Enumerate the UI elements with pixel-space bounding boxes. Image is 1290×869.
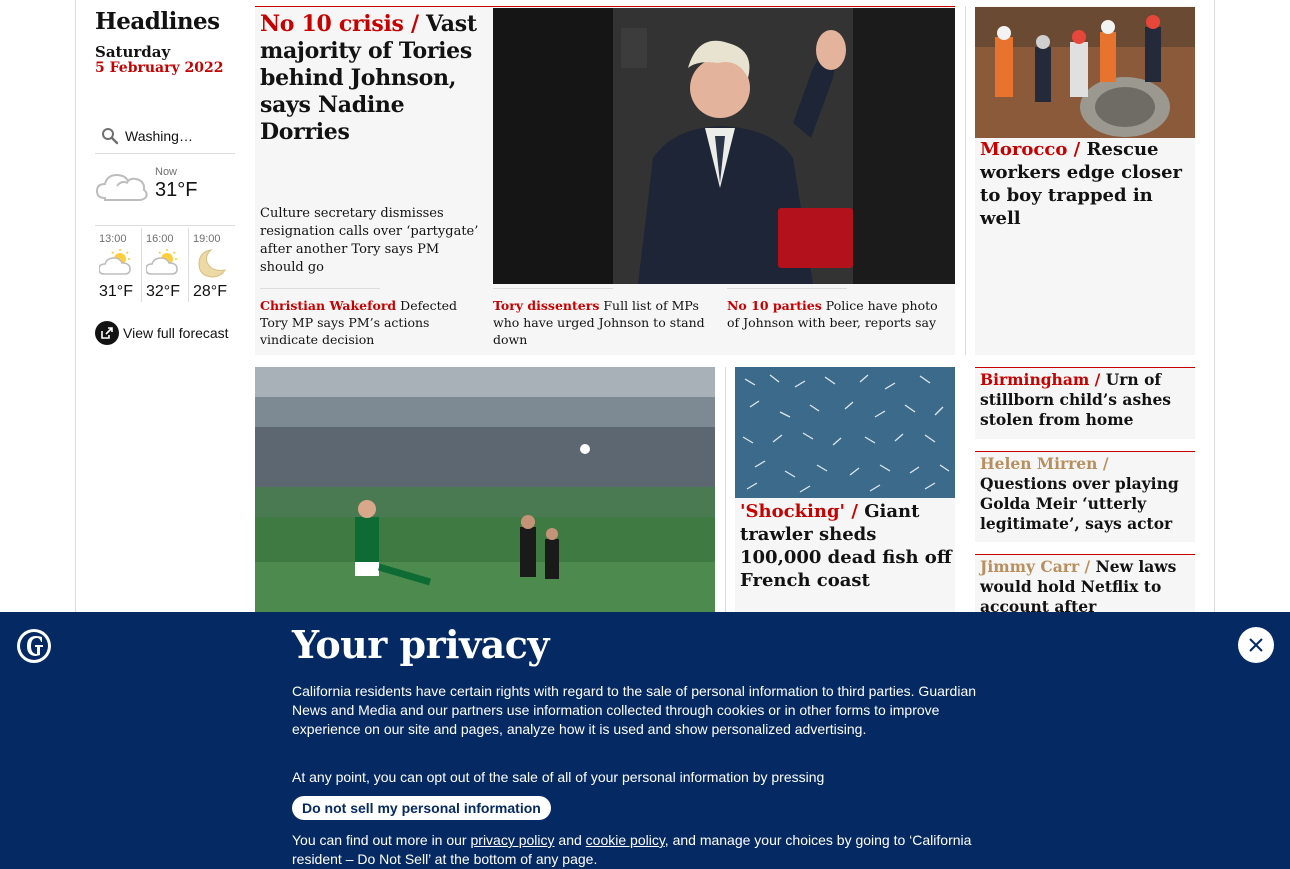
forecast-time: 19:00 <box>193 233 221 245</box>
side-story-title: Questions over playing Golda Meir ‘utter… <box>980 474 1179 533</box>
forecast-slot: 16:00 32°F <box>142 228 189 302</box>
weather-now: Now 31°F <box>95 160 235 226</box>
cookie-policy-link[interactable]: cookie policy <box>586 832 665 848</box>
top-story-card[interactable]: No 10 crisis / Vast majority of Tories b… <box>255 6 955 355</box>
top-story-sublink[interactable]: Christian Wakeford Defected Tory MP says… <box>260 288 480 348</box>
fish-story-headline[interactable]: 'Shocking' / Giant trawler sheds 100,000… <box>740 500 952 592</box>
column-divider <box>725 367 726 612</box>
now-temperature: 31°F <box>155 179 198 201</box>
top-story-sublink[interactable]: No 10 parties Police have photo of Johns… <box>727 288 949 331</box>
side-story-kicker: Helen Mirren / <box>980 454 1109 473</box>
sun-cloud-icon <box>146 249 178 275</box>
side-story-card[interactable]: Birmingham / Urn of stillborn child’s as… <box>975 367 1195 439</box>
weather-location-search[interactable]: Washing… <box>95 118 235 154</box>
do-not-sell-button[interactable]: Do not sell my personal information <box>292 796 551 820</box>
column-divider <box>965 6 966 355</box>
sublink-kicker: Christian Wakeford <box>260 298 397 313</box>
cloudy-icon <box>95 173 148 201</box>
privacy-paragraph: You can find out more in our privacy pol… <box>292 831 997 869</box>
weather-location: Washing… <box>125 127 193 144</box>
sun-cloud-icon <box>99 249 131 275</box>
side-story-headline[interactable]: Jimmy Carr / New laws would hold Netflix… <box>975 555 1195 612</box>
top-story-standfirst: Culture secretary dismisses resignation … <box>260 206 479 275</box>
forecast-time: 13:00 <box>99 233 127 245</box>
forecast-temp: 28°F <box>193 283 227 300</box>
date-full: 5 February 2022 <box>95 60 224 76</box>
side-story-kicker: Birmingham / <box>980 370 1101 389</box>
privacy-paragraph: At any point, you can opt out of the sal… <box>292 769 825 785</box>
section-title: Headlines <box>95 8 220 35</box>
side-story-card[interactable]: Helen Mirren / Questions over playing Go… <box>975 451 1195 542</box>
privacy-banner: Your privacy California residents have c… <box>0 612 1290 869</box>
sublink-kicker: Tory dissenters <box>493 298 600 313</box>
guardian-logo-icon <box>17 629 51 663</box>
view-full-forecast-link[interactable]: View full forecast <box>95 321 229 345</box>
top-story-sublink[interactable]: Tory dissenters Full list of MPs who hav… <box>493 288 713 348</box>
side-story-card[interactable]: Jimmy Carr / New laws would hold Netflix… <box>975 554 1195 612</box>
rugby-story-image[interactable] <box>255 367 715 612</box>
close-icon <box>1249 638 1263 652</box>
moon-icon <box>198 249 226 278</box>
privacy-paragraph: California residents have certain rights… <box>292 683 977 737</box>
top-story-headline[interactable]: No 10 crisis / Vast majority of Tories b… <box>260 11 480 146</box>
privacy-policy-link[interactable]: privacy policy <box>471 832 555 848</box>
privacy-title: Your privacy <box>292 622 550 667</box>
forecast-temp: 32°F <box>146 283 180 300</box>
privacy-text: You can find out more in our <box>292 832 471 848</box>
morocco-story-headline[interactable]: Morocco / Rescue workers edge closer to … <box>980 138 1192 230</box>
side-story-headline[interactable]: Birmingham / Urn of stillborn child’s as… <box>975 368 1195 430</box>
search-icon <box>102 127 119 144</box>
top-story-image[interactable] <box>493 8 955 284</box>
fish-story-image[interactable] <box>735 367 955 498</box>
side-story-headline[interactable]: Helen Mirren / Questions over playing Go… <box>975 452 1195 534</box>
view-full-forecast-label: View full forecast <box>123 325 229 341</box>
fish-story-card[interactable]: 'Shocking' / Giant trawler sheds 100,000… <box>735 367 955 612</box>
privacy-text: and <box>554 832 586 848</box>
morocco-story-image[interactable] <box>975 7 1195 138</box>
morocco-story-card[interactable]: Morocco / Rescue workers edge closer to … <box>975 6 1195 355</box>
forecast-slot: 13:00 31°F <box>95 228 142 302</box>
forecast-temp: 31°F <box>99 283 133 300</box>
top-story-kicker: No 10 crisis / <box>260 11 419 37</box>
forecast-time: 16:00 <box>146 233 174 245</box>
hourly-forecast: 13:00 31°F 16:00 32°F 19:00 28°F <box>95 228 235 302</box>
morocco-kicker: Morocco / <box>980 139 1081 160</box>
sublink-kicker: No 10 parties <box>727 298 822 313</box>
fish-kicker: 'Shocking' / <box>740 501 858 522</box>
now-label: Now <box>155 166 178 178</box>
side-story-kicker: Jimmy Carr / <box>980 557 1091 576</box>
external-link-icon <box>95 321 119 345</box>
close-button[interactable] <box>1238 627 1274 663</box>
forecast-slot: 19:00 28°F <box>189 228 235 302</box>
date-day: Saturday <box>95 43 171 61</box>
